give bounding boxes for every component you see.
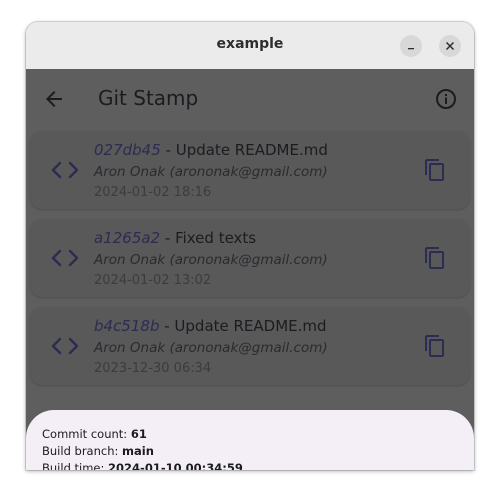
app-window: example Git Stamp 027db45 - Update READM… [26, 22, 474, 470]
build-branch-value: main [122, 444, 154, 458]
copy-button[interactable] [423, 334, 447, 358]
commit-author: Aron Onak (arononak@gmail.com) [94, 340, 328, 356]
commit-hash: a1265a2 [94, 229, 161, 247]
commit-card[interactable]: b4c518b - Update README.md Aron Onak (ar… [30, 307, 470, 385]
commit-date: 2024-01-02 18:16 [94, 185, 212, 200]
minimize-button[interactable] [400, 35, 422, 57]
close-icon [445, 41, 455, 51]
commit-hash: b4c518b [94, 317, 160, 335]
build-branch-label: Build branch: [42, 444, 123, 458]
code-icon [51, 249, 79, 267]
commit-title: 027db45 - Update README.md [94, 141, 328, 159]
commit-hash: 027db45 [94, 141, 161, 159]
commit-title: a1265a2 - Fixed texts [94, 229, 256, 247]
minimize-icon [408, 48, 414, 50]
copy-button[interactable] [423, 246, 447, 270]
commit-message: Fixed texts [175, 229, 257, 247]
commit-count-label: Commit count: [42, 427, 131, 441]
commit-separator: - [160, 141, 176, 159]
build-time-value: 2024-01-10 00:34:59 [108, 461, 243, 470]
arrow-back-icon [46, 91, 62, 107]
window-titlebar[interactable]: example [26, 22, 474, 70]
commit-message: Update README.md [175, 141, 328, 159]
commit-card[interactable]: 027db45 - Update README.md Aron Onak (ar… [30, 131, 470, 209]
copy-icon [425, 335, 444, 357]
code-icon [51, 337, 79, 355]
copy-icon [425, 159, 444, 181]
info-button[interactable] [434, 87, 458, 111]
commit-card[interactable]: a1265a2 - Fixed texts Aron Onak (aronona… [30, 219, 470, 297]
copy-icon [425, 247, 444, 269]
commit-separator: - [160, 229, 176, 247]
build-branch-row: Build branch: main [42, 444, 154, 458]
commit-author: Aron Onak (arononak@gmail.com) [94, 164, 328, 180]
commit-date: 2023-12-30 06:34 [94, 361, 212, 376]
app-body: Git Stamp 027db45 - Update README.md Aro… [26, 69, 474, 470]
commit-separator: - [159, 317, 175, 335]
build-info-sheet: Commit count: 61 Build branch: main Buil… [26, 410, 474, 470]
back-button[interactable] [42, 87, 66, 111]
commit-message: Update README.md [174, 317, 327, 335]
commit-count-value: 61 [130, 427, 147, 441]
copy-button[interactable] [423, 158, 447, 182]
page-title: Git Stamp [98, 86, 199, 110]
commit-date: 2024-01-02 13:02 [94, 273, 212, 288]
info-icon [436, 89, 456, 109]
close-button[interactable] [439, 35, 461, 57]
build-time-row: Build time: 2024-01-10 00:34:59 [42, 461, 243, 470]
commit-count-row: Commit count: 61 [42, 427, 147, 441]
build-time-label: Build time: [42, 461, 109, 470]
commit-author: Aron Onak (arononak@gmail.com) [94, 252, 328, 268]
code-icon [51, 161, 79, 179]
app-bar: Git Stamp [26, 69, 474, 131]
commit-title: b4c518b - Update README.md [94, 317, 327, 335]
